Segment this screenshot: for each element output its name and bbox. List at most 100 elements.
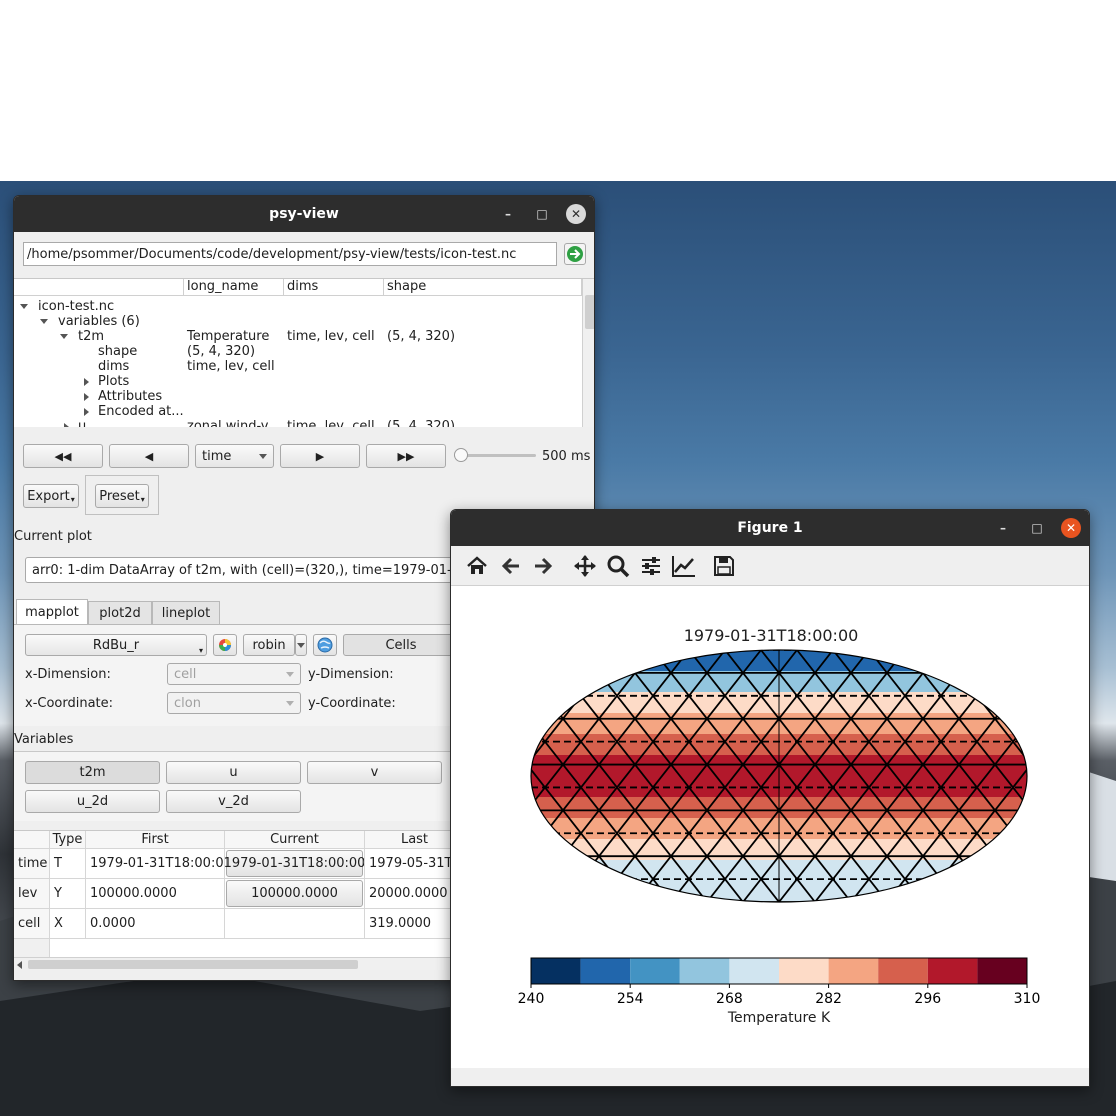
- cell-edge: [491, 696, 509, 719]
- variable-button-t2m[interactable]: t2m: [25, 761, 160, 784]
- tree-label: shape: [98, 344, 138, 359]
- configure-subplots-icon[interactable]: [637, 552, 665, 580]
- tree-col-long-name[interactable]: long_name: [184, 279, 284, 296]
- tree-col-shape[interactable]: shape: [384, 279, 582, 296]
- cell-edge: [509, 673, 527, 696]
- file-path-input[interactable]: /home/psommer/Documents/code/development…: [23, 242, 557, 266]
- globe-icon[interactable]: [313, 634, 337, 656]
- previous-step-button[interactable]: ◀: [109, 444, 189, 468]
- expanded-icon[interactable]: [60, 334, 68, 339]
- projection-button[interactable]: robin: [243, 634, 295, 656]
- tree-row-file[interactable]: icon-test.nc: [14, 299, 582, 314]
- pan-icon[interactable]: [571, 552, 599, 580]
- scroll-thumb[interactable]: [28, 960, 358, 969]
- scroll-thumb[interactable]: [585, 295, 594, 329]
- tree-row-plots[interactable]: Plots: [14, 374, 582, 389]
- projection-menu-button[interactable]: [295, 634, 307, 656]
- tree-scrollbar[interactable]: [582, 279, 594, 427]
- minimize-icon[interactable]: –: [498, 204, 518, 224]
- row-type: X: [50, 909, 86, 939]
- colorbar-segment: [580, 958, 631, 984]
- row-last: 20000.0000: [365, 879, 454, 909]
- figure-window: Figure 1 – □ ✕ 1979-01-31T18:00:00 240 2…: [450, 509, 1090, 1087]
- open-file-icon[interactable]: [564, 243, 586, 265]
- current-plot-select[interactable]: arr0: 1-dim DataArray of t2m, with (cell…: [25, 557, 476, 583]
- collapsed-icon[interactable]: [84, 378, 89, 386]
- interval-label: 500 ms: [542, 449, 591, 464]
- variable-button-u-2d[interactable]: u_2d: [25, 790, 160, 813]
- export-button[interactable]: Export ▾: [23, 484, 79, 508]
- x-dimension-select[interactable]: cell: [167, 663, 301, 685]
- home-icon[interactable]: [463, 552, 491, 580]
- scroll-left-icon[interactable]: [17, 961, 22, 969]
- last-step-button[interactable]: ▶▶: [366, 444, 446, 468]
- forward-icon[interactable]: [529, 552, 557, 580]
- cell-edge: [976, 672, 996, 697]
- cell-edge: [598, 650, 618, 674]
- x-coordinate-select[interactable]: clon: [167, 692, 301, 714]
- maximize-icon[interactable]: □: [532, 204, 552, 224]
- tab-mapplot[interactable]: mapplot: [16, 599, 88, 625]
- figure-canvas[interactable]: 1979-01-31T18:00:00 240 254 268 282 296 310 T…: [451, 586, 1090, 1068]
- collapsed-icon[interactable]: [84, 393, 89, 401]
- tab-plot2d[interactable]: plot2d: [88, 601, 152, 625]
- horizontal-scrollbar[interactable]: [14, 957, 454, 970]
- expanded-icon[interactable]: [40, 319, 48, 324]
- expanded-icon[interactable]: [20, 304, 28, 309]
- colormap-select[interactable]: RdBu_r ▾: [25, 634, 207, 656]
- variable-button-u[interactable]: u: [166, 761, 301, 784]
- colorbar-segment: [828, 958, 879, 984]
- row-last: 1979-05-31T1: [365, 849, 454, 879]
- next-step-button[interactable]: ▶: [280, 444, 360, 468]
- cell-edge: [509, 696, 527, 719]
- interval-slider[interactable]: [454, 448, 536, 462]
- temperature-map[interactable]: 240 254 268 282 296 310: [451, 586, 1090, 1068]
- chevron-down-icon: [259, 454, 267, 459]
- collapsed-icon[interactable]: [84, 408, 89, 416]
- variable-button-v-2d[interactable]: v_2d: [166, 790, 301, 813]
- tree-row-encoded[interactable]: Encoded at...: [14, 404, 582, 419]
- first-step-button[interactable]: ◀◀: [23, 444, 103, 468]
- cell-edge: [940, 878, 960, 902]
- row-current: [225, 909, 365, 939]
- tree-row-attributes[interactable]: Attributes: [14, 389, 582, 404]
- preset-button[interactable]: Preset ▾: [95, 484, 149, 508]
- chevron-down-icon: [286, 672, 294, 677]
- cell-edge: [531, 855, 546, 880]
- current-lev-button[interactable]: 100000.0000: [226, 880, 363, 907]
- cell-edge: [580, 650, 600, 674]
- tree-row-t2m[interactable]: t2m Temperature time, lev, cell (5, 4, 3…: [14, 329, 582, 344]
- edit-axis-icon[interactable]: [670, 552, 698, 580]
- cell-edge: [1012, 695, 1027, 720]
- variable-tree[interactable]: long_name dims shape icon-test.nc variab…: [14, 278, 594, 427]
- zoom-icon[interactable]: [604, 552, 632, 580]
- color-wheel-icon[interactable]: [213, 634, 237, 656]
- dimension-table[interactable]: Type First Current Last time T 1979-01-3…: [14, 830, 454, 970]
- variable-button-v[interactable]: v: [307, 761, 442, 784]
- plot-method-button[interactable]: Cells: [343, 634, 459, 656]
- dimension-select[interactable]: time: [195, 444, 274, 468]
- tree-col-name[interactable]: [14, 279, 184, 296]
- tree-row-dims[interactable]: dims time, lev, cell: [14, 359, 582, 374]
- back-icon[interactable]: [497, 552, 525, 580]
- cell-edge: [1067, 765, 1085, 788]
- tree-col-dims[interactable]: dims: [284, 279, 384, 296]
- close-icon[interactable]: ✕: [1061, 518, 1081, 538]
- minimize-icon[interactable]: –: [993, 518, 1013, 538]
- tree-row-variables[interactable]: variables (6): [14, 314, 582, 329]
- figure-titlebar[interactable]: Figure 1 – □ ✕: [451, 510, 1089, 546]
- window-titlebar[interactable]: psy-view – □ ✕: [14, 196, 594, 232]
- cell-edge: [616, 878, 636, 902]
- close-icon[interactable]: ✕: [566, 204, 586, 224]
- tree-row-u[interactable]: u zonal wind-v... time, lev, cell (5, 4,…: [14, 419, 582, 427]
- current-time-button[interactable]: 1979-01-31T18:00:00: [225, 850, 364, 877]
- maximize-icon[interactable]: □: [1027, 518, 1047, 538]
- tree-row-shape[interactable]: shape (5, 4, 320): [14, 344, 582, 359]
- collapsed-icon[interactable]: [64, 423, 69, 427]
- slider-handle[interactable]: [454, 448, 468, 462]
- tab-lineplot[interactable]: lineplot: [152, 601, 220, 625]
- cell-edge: [994, 650, 1014, 674]
- save-icon[interactable]: [710, 552, 738, 580]
- tree-dims: time, lev, cell: [287, 329, 375, 344]
- colorbar-segment: [531, 958, 581, 984]
